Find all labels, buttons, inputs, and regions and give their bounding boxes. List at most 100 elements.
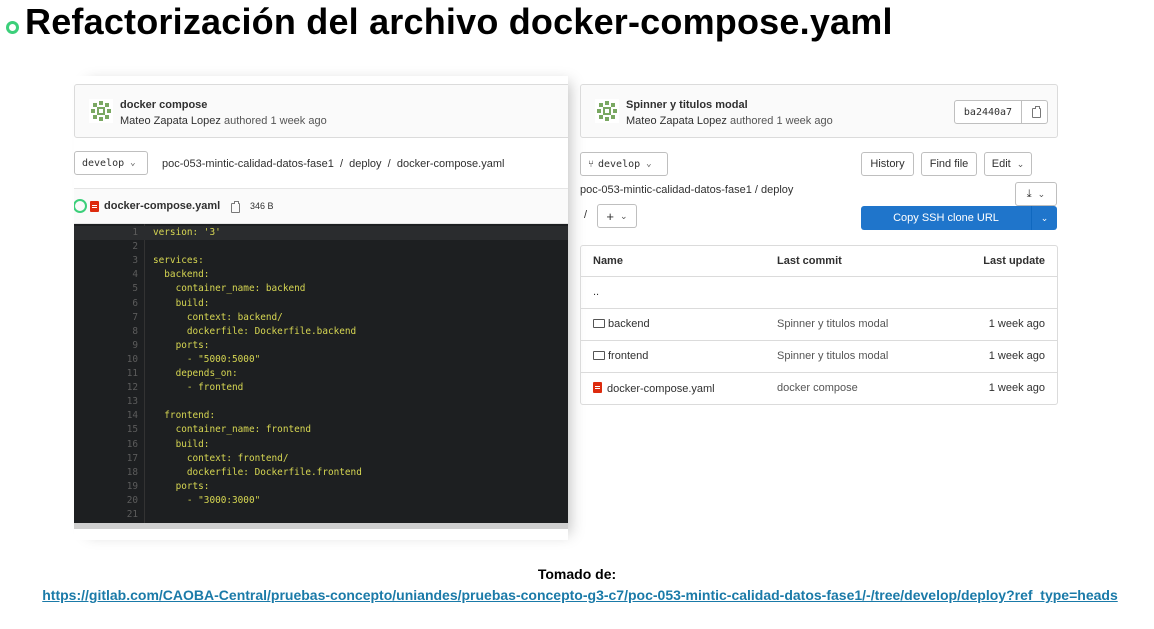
copy-sha-button[interactable] — [1022, 101, 1047, 123]
code-line: 13 — [74, 395, 568, 409]
tree-item-frontend[interactable]: frontend — [593, 350, 648, 362]
copy-icon[interactable] — [231, 201, 240, 213]
line-number[interactable]: 2 — [74, 240, 138, 254]
tree-item-commit[interactable]: Spinner y titulos modal — [777, 350, 888, 362]
tree-item-name[interactable]: frontend — [608, 350, 648, 362]
commit-time: authored 1 week ago — [729, 115, 833, 127]
commit-title[interactable]: Spinner y titulos modal — [626, 99, 748, 111]
source-label: Tomado de: — [537, 566, 617, 582]
line-number[interactable]: 3 — [74, 254, 138, 268]
breadcrumb-separator: / — [339, 158, 343, 170]
line-number[interactable]: 6 — [74, 297, 138, 311]
breadcrumb-file[interactable]: docker-compose.yaml — [397, 158, 505, 170]
table-header-row: Name Last commit Last update — [581, 246, 1057, 277]
code-line: 14 frontend: — [74, 409, 568, 423]
code-line: 10 - "5000:5000" — [74, 353, 568, 367]
line-number[interactable]: 5 — [74, 282, 138, 296]
line-number[interactable]: 13 — [74, 395, 138, 409]
clone-button[interactable]: Copy SSH clone URL ⌄ — [861, 206, 1057, 230]
tree-item-commit[interactable]: docker compose — [777, 382, 858, 394]
code-line: 1 version: '3' — [74, 226, 568, 240]
code-line: 7 context: backend/ — [74, 311, 568, 325]
header-name: Name — [593, 255, 623, 267]
code-text: - "3000:3000" — [153, 494, 261, 506]
history-button[interactable]: History — [861, 152, 914, 176]
code-line: 16 build: — [74, 438, 568, 452]
code-line: 2 — [74, 240, 568, 254]
download-button[interactable]: ⤓ ⌄ — [1015, 182, 1057, 206]
breadcrumb-project[interactable]: poc-053-mintic-calidad-datos-fase1 — [162, 158, 334, 170]
line-number[interactable]: 18 — [74, 466, 138, 480]
file-icon — [90, 201, 99, 212]
highlight-circle-icon — [74, 199, 87, 213]
code-line: 11 depends_on: — [74, 367, 568, 381]
find-file-button[interactable]: Find file — [921, 152, 977, 176]
parent-dir-link[interactable]: .. — [593, 286, 599, 298]
code-text: context: frontend/ — [153, 452, 289, 464]
line-number[interactable]: 4 — [74, 268, 138, 282]
add-new-button[interactable]: + ⌄ — [597, 204, 637, 228]
commit-meta: Mateo Zapata Lopez authored 1 week ago — [626, 115, 833, 127]
line-number[interactable]: 10 — [74, 353, 138, 367]
commit-title[interactable]: docker compose — [120, 99, 207, 111]
line-number[interactable]: 12 — [74, 381, 138, 395]
line-number[interactable]: 16 — [74, 438, 138, 452]
branch-label: develop — [598, 158, 641, 170]
code-text: - frontend — [153, 382, 244, 394]
chevron-down-icon[interactable]: ⌄ — [1032, 206, 1057, 230]
tree-item-backend[interactable]: backend — [593, 318, 650, 330]
line-number[interactable]: 7 — [74, 311, 138, 325]
table-row[interactable]: backend Spinner y titulos modal 1 week a… — [581, 309, 1057, 341]
clone-button-label: Copy SSH clone URL — [861, 206, 1032, 230]
avatar — [595, 99, 619, 123]
tree-item-docker-compose[interactable]: docker-compose.yaml — [593, 382, 715, 395]
line-number[interactable]: 20 — [74, 494, 138, 508]
source-link[interactable]: https://gitlab.com/CAOBA-Central/pruebas… — [20, 585, 1140, 605]
line-number[interactable]: 21 — [74, 508, 138, 522]
file-name: docker-compose.yaml — [104, 200, 221, 212]
tree-item-name[interactable]: docker-compose.yaml — [607, 383, 715, 395]
code-line: 5 container_name: backend — [74, 282, 568, 296]
line-number[interactable]: 11 — [74, 367, 138, 381]
chevron-down-icon: ⌄ — [130, 158, 136, 168]
breadcrumb-separator: / — [387, 158, 391, 170]
line-number[interactable]: 9 — [74, 339, 138, 353]
commit-author[interactable]: Mateo Zapata Lopez — [120, 115, 221, 127]
branch-selector[interactable]: ⑂ develop ⌄ — [580, 152, 668, 176]
table-row[interactable]: docker-compose.yaml docker compose 1 wee… — [581, 373, 1057, 404]
edit-button[interactable]: Edit ⌄ — [984, 152, 1032, 176]
chevron-down-icon: ⌄ — [646, 159, 652, 169]
line-number[interactable]: 14 — [74, 409, 138, 423]
code-line: 20 - "3000:3000" — [74, 494, 568, 508]
line-number[interactable]: 8 — [74, 325, 138, 339]
file-view-panel: docker compose Mateo Zapata Lopez author… — [74, 76, 568, 540]
line-number[interactable]: 15 — [74, 423, 138, 437]
tree-item-updated: 1 week ago — [988, 318, 1045, 330]
last-commit-box: docker compose Mateo Zapata Lopez author… — [74, 84, 568, 138]
copy-icon — [1032, 106, 1041, 118]
commit-author[interactable]: Mateo Zapata Lopez — [626, 115, 727, 127]
tree-item-name[interactable]: backend — [608, 318, 650, 330]
branch-selector[interactable]: develop ⌄ — [74, 151, 148, 175]
breadcrumb: poc-053-mintic-calidad-datos-fase1 / dep… — [580, 184, 794, 196]
line-number[interactable]: 1 — [74, 226, 138, 240]
tree-item-updated: 1 week ago — [988, 382, 1045, 394]
tree-item-commit[interactable]: Spinner y titulos modal — [777, 318, 888, 330]
breadcrumb-folder[interactable]: deploy — [349, 158, 381, 170]
line-number[interactable]: 17 — [74, 452, 138, 466]
code-text: version: '3' — [153, 227, 221, 238]
table-row[interactable]: frontend Spinner y titulos modal 1 week … — [581, 341, 1057, 373]
commit-sha[interactable]: ba2440a7 — [955, 101, 1022, 123]
code-line: 15 container_name: frontend — [74, 423, 568, 437]
code-text: container_name: backend — [153, 283, 306, 295]
code-text: dockerfile: Dockerfile.frontend — [153, 466, 362, 478]
horizontal-scrollbar[interactable] — [74, 523, 568, 529]
page-title: Refactorización del archivo docker-compo… — [25, 1, 893, 42]
table-row-parent[interactable]: .. — [581, 277, 1057, 309]
line-number[interactable]: 19 — [74, 480, 138, 494]
repo-tree-panel: Spinner y titulos modal Mateo Zapata Lop… — [580, 76, 1060, 416]
path-root[interactable]: / — [584, 209, 587, 221]
header-last-commit: Last commit — [777, 255, 842, 267]
folder-icon — [593, 351, 605, 360]
code-text: context: backend/ — [153, 311, 283, 323]
